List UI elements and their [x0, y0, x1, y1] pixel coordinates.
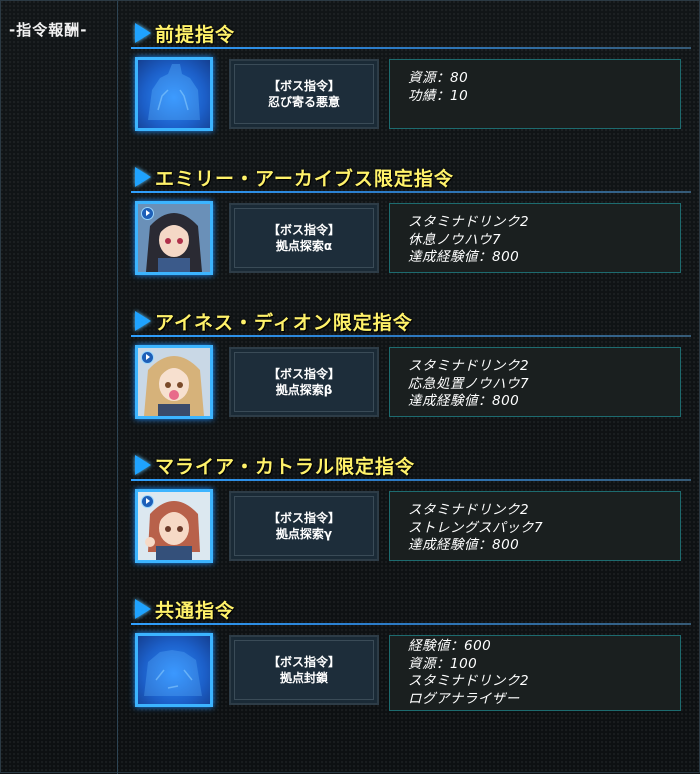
section-title: 共通指令: [155, 600, 236, 622]
mission-name: 拠点封鎖: [279, 671, 328, 685]
mission-row: 【ボス指令】 拠点探索β スタミナドリンク2 応急処置ノウハウ7 達成経験値：8…: [131, 343, 691, 421]
reward-item: 資源：80: [408, 70, 469, 86]
play-icon[interactable]: [141, 495, 154, 508]
mission-box: 【ボス指令】 拠点探索β: [229, 347, 379, 417]
header-underline: [131, 191, 691, 193]
mission-type: 【ボス指令】: [267, 655, 340, 669]
reward-item: 達成経験値：800: [408, 249, 520, 265]
header-underline: [131, 47, 691, 49]
silhouette-portrait: [135, 633, 213, 707]
reward-box: スタミナドリンク2 休息ノウハウ7 達成経験値：800: [389, 203, 681, 273]
mission-name: 忍び寄る悪意: [267, 95, 340, 109]
reward-item: スタミナドリンク2: [408, 214, 530, 230]
mission-row: 【ボス指令】 拠点探索γ スタミナドリンク2 ストレングスパック7 達成経験値：…: [131, 487, 691, 565]
header-underline: [131, 335, 691, 337]
play-icon[interactable]: [141, 207, 154, 220]
triangle-bullet-icon: [135, 311, 151, 331]
section-label: -指令報酬-: [9, 21, 88, 39]
header-underline: [131, 623, 691, 625]
reward-list: 資源：80 功績：10: [408, 70, 468, 105]
triangle-bullet-icon: [135, 23, 151, 43]
reward-box: 資源：80 功績：10: [389, 59, 681, 129]
reward-box: スタミナドリンク2 応急処置ノウハウ7 達成経験値：800: [389, 347, 681, 417]
header-underline: [131, 479, 691, 481]
silhouette-icon: [148, 64, 200, 120]
reward-item: 功績：10: [408, 87, 469, 104]
section-header: アイネス・ディオン限定指令: [131, 307, 691, 337]
character-portrait[interactable]: [135, 345, 213, 419]
reward-list: スタミナドリンク2 応急処置ノウハウ7 達成経験値：800: [408, 358, 529, 411]
reward-list: スタミナドリンク2 ストレングスパック7 達成経験値：800: [408, 502, 543, 555]
triangle-bullet-icon: [135, 599, 151, 619]
character-portrait[interactable]: [135, 201, 213, 275]
mission-row: 【ボス指令】 忍び寄る悪意 資源：80 功績：10: [131, 55, 691, 133]
mission-row: 【ボス指令】 拠点探索α スタミナドリンク2 休息ノウハウ7 達成経験値：800: [131, 199, 691, 277]
section-header: マライア・カトラル限定指令: [131, 451, 691, 481]
reward-item: 資源：100: [408, 655, 478, 672]
mission-type: 【ボス指令】: [267, 223, 340, 237]
mission-type: 【ボス指令】: [267, 367, 340, 381]
reward-list: 経験値：600 資源：100 スタミナドリンク2 ログアナライザー: [408, 638, 529, 708]
mission-row: 【ボス指令】 拠点封鎖 経験値：600 資源：100 スタミナドリンク2 ログア…: [131, 631, 691, 711]
mission-box: 【ボス指令】 拠点封鎖: [229, 635, 379, 705]
reward-list: スタミナドリンク2 休息ノウハウ7 達成経験値：800: [408, 214, 529, 267]
reward-panel: -指令報酬- 前提指令 【ボス指令】 忍び寄る悪意 資源：80 功績：10 エミ…: [0, 0, 700, 774]
section-header: エミリー・アーカイブス限定指令: [131, 163, 691, 193]
play-icon[interactable]: [141, 351, 154, 364]
section-title: マライア・カトラル限定指令: [155, 456, 416, 478]
triangle-bullet-icon: [135, 167, 151, 187]
mission-type: 【ボス指令】: [267, 511, 340, 525]
mission-name: 拠点探索γ: [275, 527, 333, 541]
mission-box: 【ボス指令】 拠点探索α: [229, 203, 379, 273]
mission-box: 【ボス指令】 忍び寄る悪意: [229, 59, 379, 129]
reward-item: 経験値：600: [408, 638, 492, 654]
reward-item: 応急処置ノウハウ7: [408, 375, 530, 392]
section-title: アイネス・ディオン限定指令: [155, 312, 413, 334]
mission-name: 拠点探索α: [275, 239, 333, 253]
reward-item: ログアナライザー: [408, 690, 520, 707]
silhouette-icon: [144, 650, 202, 696]
section-title: エミリー・アーカイブス限定指令: [155, 168, 454, 190]
reward-item: 達成経験値：800: [408, 393, 520, 409]
reward-item: ストレングスパック7: [408, 519, 544, 536]
triangle-bullet-icon: [135, 455, 151, 475]
reward-item: 休息ノウハウ7: [408, 231, 502, 248]
reward-item: スタミナドリンク2: [408, 358, 530, 374]
section-title: 前提指令: [155, 24, 236, 46]
reward-item: スタミナドリンク2: [408, 502, 530, 518]
mission-name: 拠点探索β: [275, 383, 333, 397]
character-portrait[interactable]: [135, 489, 213, 563]
reward-box: 経験値：600 資源：100 スタミナドリンク2 ログアナライザー: [389, 635, 681, 711]
section-header: 共通指令: [131, 595, 691, 625]
reward-item: スタミナドリンク2: [408, 673, 530, 689]
mission-box: 【ボス指令】 拠点探索γ: [229, 491, 379, 561]
reward-item: 達成経験値：800: [408, 537, 520, 553]
silhouette-portrait: [135, 57, 213, 131]
section-header: 前提指令: [131, 19, 691, 49]
reward-box: スタミナドリンク2 ストレングスパック7 達成経験値：800: [389, 491, 681, 561]
left-column: -指令報酬-: [1, 1, 118, 774]
mission-type: 【ボス指令】: [267, 79, 340, 93]
